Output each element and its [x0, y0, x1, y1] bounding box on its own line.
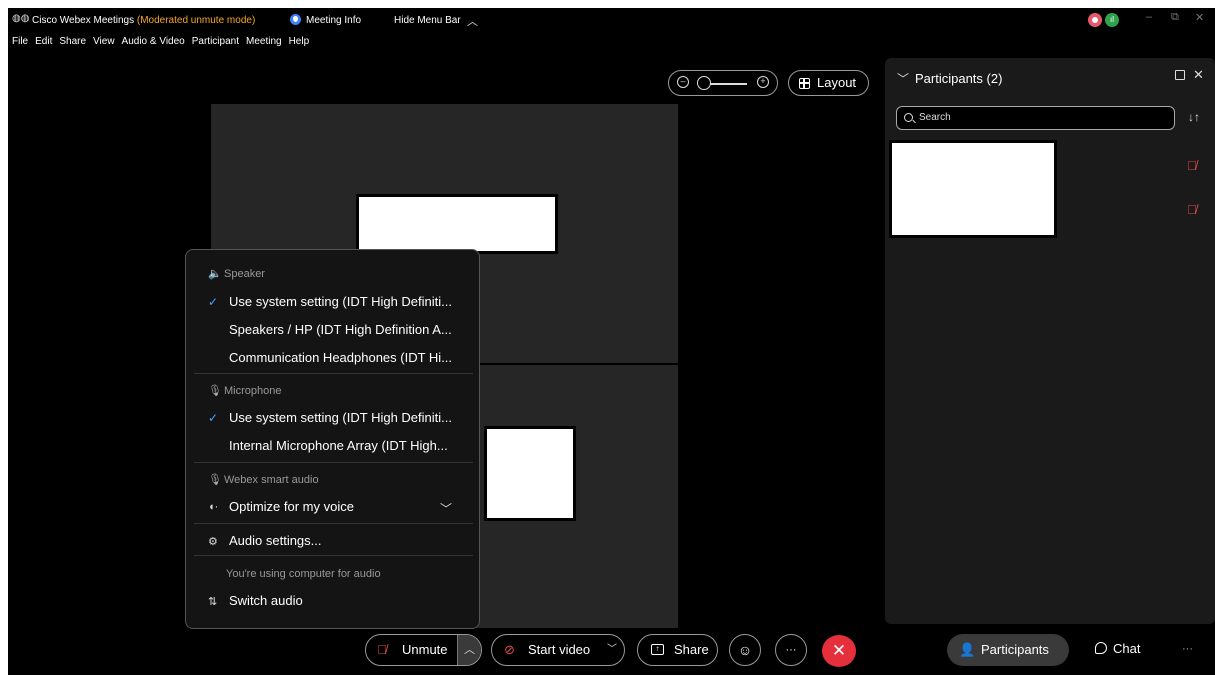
menu-bar: File Edit Share View Audio & Video Parti… — [8, 36, 311, 54]
switch-audio-item[interactable]: Switch audio — [229, 593, 303, 608]
video-off-icon: ⊘ — [504, 642, 515, 657]
overflow-menu-button[interactable]: ··· — [1182, 643, 1193, 655]
switch-audio-icon: ⇅ — [208, 596, 218, 608]
webex-window: ◍◍ Cisco Webex Meetings (Moderated unmut… — [8, 8, 1215, 675]
menu-meeting[interactable]: Meeting — [246, 36, 282, 54]
menu-share[interactable]: Share — [59, 36, 86, 54]
unmute-label: Unmute — [402, 642, 448, 657]
search-icon — [904, 113, 913, 122]
smiley-icon: ☺ — [737, 642, 753, 658]
participants-button[interactable]: 👤 Participants — [947, 634, 1069, 666]
audio-options-menu: 🔈 Speaker ✓ Use system setting (IDT High … — [185, 249, 480, 629]
zoom-control: – + — [668, 70, 778, 96]
menu-participant[interactable]: Participant — [192, 36, 239, 54]
menu-view[interactable]: View — [93, 36, 115, 54]
zoom-slider-handle[interactable] — [697, 76, 711, 90]
redacted-name-box — [356, 194, 558, 254]
participant-search-input[interactable]: Search — [896, 106, 1175, 130]
divider — [194, 373, 473, 374]
divider — [194, 523, 473, 524]
participants-icon: 👤 — [959, 642, 976, 657]
redacted-participant-names — [889, 140, 1057, 238]
audio-options-toggle[interactable]: ︿ — [457, 635, 481, 665]
share-icon: ↑ — [651, 644, 664, 655]
speaker-option-system[interactable]: Use system setting (IDT High Definiti... — [229, 294, 452, 309]
microphone-icon: 🎙 — [208, 385, 222, 397]
layout-label: Layout — [817, 75, 857, 90]
chevron-down-icon[interactable]: ﹀ — [440, 500, 452, 517]
muted-mic-icon[interactable]: 🎙̸ — [1187, 202, 1197, 217]
microphone-section-header: 🎙 Microphone — [208, 385, 282, 397]
more-options-button[interactable]: ··· — [775, 634, 807, 666]
zoom-in-icon[interactable]: + — [757, 76, 769, 88]
muted-mic-icon[interactable]: 🎙̸ — [1187, 158, 1197, 173]
divider — [194, 462, 473, 463]
sort-icon[interactable]: ↓↑ — [1188, 110, 1200, 124]
participants-panel-title: Participants (2) — [915, 71, 1003, 86]
speaker-option-headphones[interactable]: Communication Headphones (IDT Hi... — [229, 350, 452, 365]
layout-button[interactable]: Layout — [788, 70, 869, 96]
speaker-section-header: 🔈 Speaker — [208, 268, 265, 280]
chevron-up-icon[interactable]: ︿ — [467, 13, 478, 29]
voice-wave-icon: ◖· — [208, 501, 219, 513]
participants-panel: ﹀ Participants (2) ✕ Search ↓↑ 🎙̸ 🎙̸ — [885, 58, 1215, 624]
chat-label: Chat — [1113, 641, 1141, 656]
minimize-button[interactable]: – — [1146, 11, 1152, 23]
recording-icon[interactable] — [1088, 13, 1102, 27]
popout-icon[interactable] — [1175, 70, 1185, 80]
chat-icon — [1095, 642, 1107, 654]
gear-icon: ⚙ — [208, 536, 218, 548]
speaker-option-hp[interactable]: Speakers / HP (IDT High Definition A... — [229, 322, 452, 337]
checkmark-icon: ✓ — [208, 295, 219, 309]
zoom-out-icon[interactable]: – — [677, 76, 689, 88]
chat-button[interactable]: Chat — [1095, 641, 1140, 656]
menu-file[interactable]: File — [12, 36, 28, 54]
chevron-down-icon[interactable]: ﹀ — [897, 70, 909, 87]
menu-edit[interactable]: Edit — [35, 36, 52, 54]
microphone-option-internal[interactable]: Internal Microphone Array (IDT High... — [229, 438, 448, 453]
smart-audio-dropdown[interactable]: Optimize for my voice — [229, 499, 354, 514]
divider — [194, 555, 473, 556]
chevron-down-icon[interactable]: ﹀ — [607, 635, 617, 665]
restore-button[interactable]: ⧉ — [1171, 11, 1179, 24]
share-label: Share — [674, 642, 709, 657]
participants-label: Participants — [981, 642, 1049, 657]
speaker-icon: 🔈 — [208, 268, 222, 280]
window-title: Cisco Webex Meetings (Moderated unmute m… — [32, 15, 256, 26]
start-video-button[interactable]: ⊘ Start video ﹀ — [491, 634, 625, 666]
start-video-label: Start video — [528, 642, 591, 657]
redacted-avatar-box — [484, 426, 576, 521]
audio-connection-note: You're using computer for audio — [226, 568, 381, 580]
title-bar: ◍◍ Cisco Webex Meetings (Moderated unmut… — [8, 8, 1215, 32]
app-frame: ◍◍ Cisco Webex Meetings (Moderated unmut… — [0, 0, 1215, 675]
close-icon[interactable]: ✕ — [1193, 67, 1204, 83]
muted-mic-icon: 🎙̸ — [377, 642, 387, 657]
network-health-icon[interactable]: ıl — [1105, 13, 1119, 27]
menu-audio-video[interactable]: Audio & Video — [122, 36, 185, 54]
moderated-mode-label: (Moderated unmute mode) — [136, 15, 256, 26]
share-button[interactable]: ↑ Share — [637, 634, 718, 666]
microphone-option-system[interactable]: Use system setting (IDT High Definiti... — [229, 410, 452, 425]
shield-icon[interactable] — [290, 14, 301, 25]
grid-icon — [799, 78, 810, 89]
leave-meeting-button[interactable]: ✕ — [822, 635, 856, 667]
smart-audio-icon: 🎙 — [208, 474, 222, 486]
webex-logo-icon: ◍◍ — [12, 13, 30, 24]
close-icon: ✕ — [831, 641, 847, 660]
menu-help[interactable]: Help — [289, 36, 310, 54]
unmute-button[interactable]: 🎙̸ Unmute ︿ — [365, 634, 482, 666]
close-window-button[interactable]: ✕ — [1195, 11, 1204, 24]
meeting-info-button[interactable]: Meeting Info — [306, 15, 361, 26]
checkmark-icon: ✓ — [208, 411, 219, 425]
audio-settings-item[interactable]: Audio settings... — [229, 533, 322, 548]
smart-audio-section-header: 🎙 Webex smart audio — [208, 474, 319, 486]
search-placeholder: Search — [919, 112, 951, 123]
hide-menu-bar-button[interactable]: Hide Menu Bar — [394, 15, 461, 26]
reactions-button[interactable]: ☺ — [729, 634, 761, 666]
